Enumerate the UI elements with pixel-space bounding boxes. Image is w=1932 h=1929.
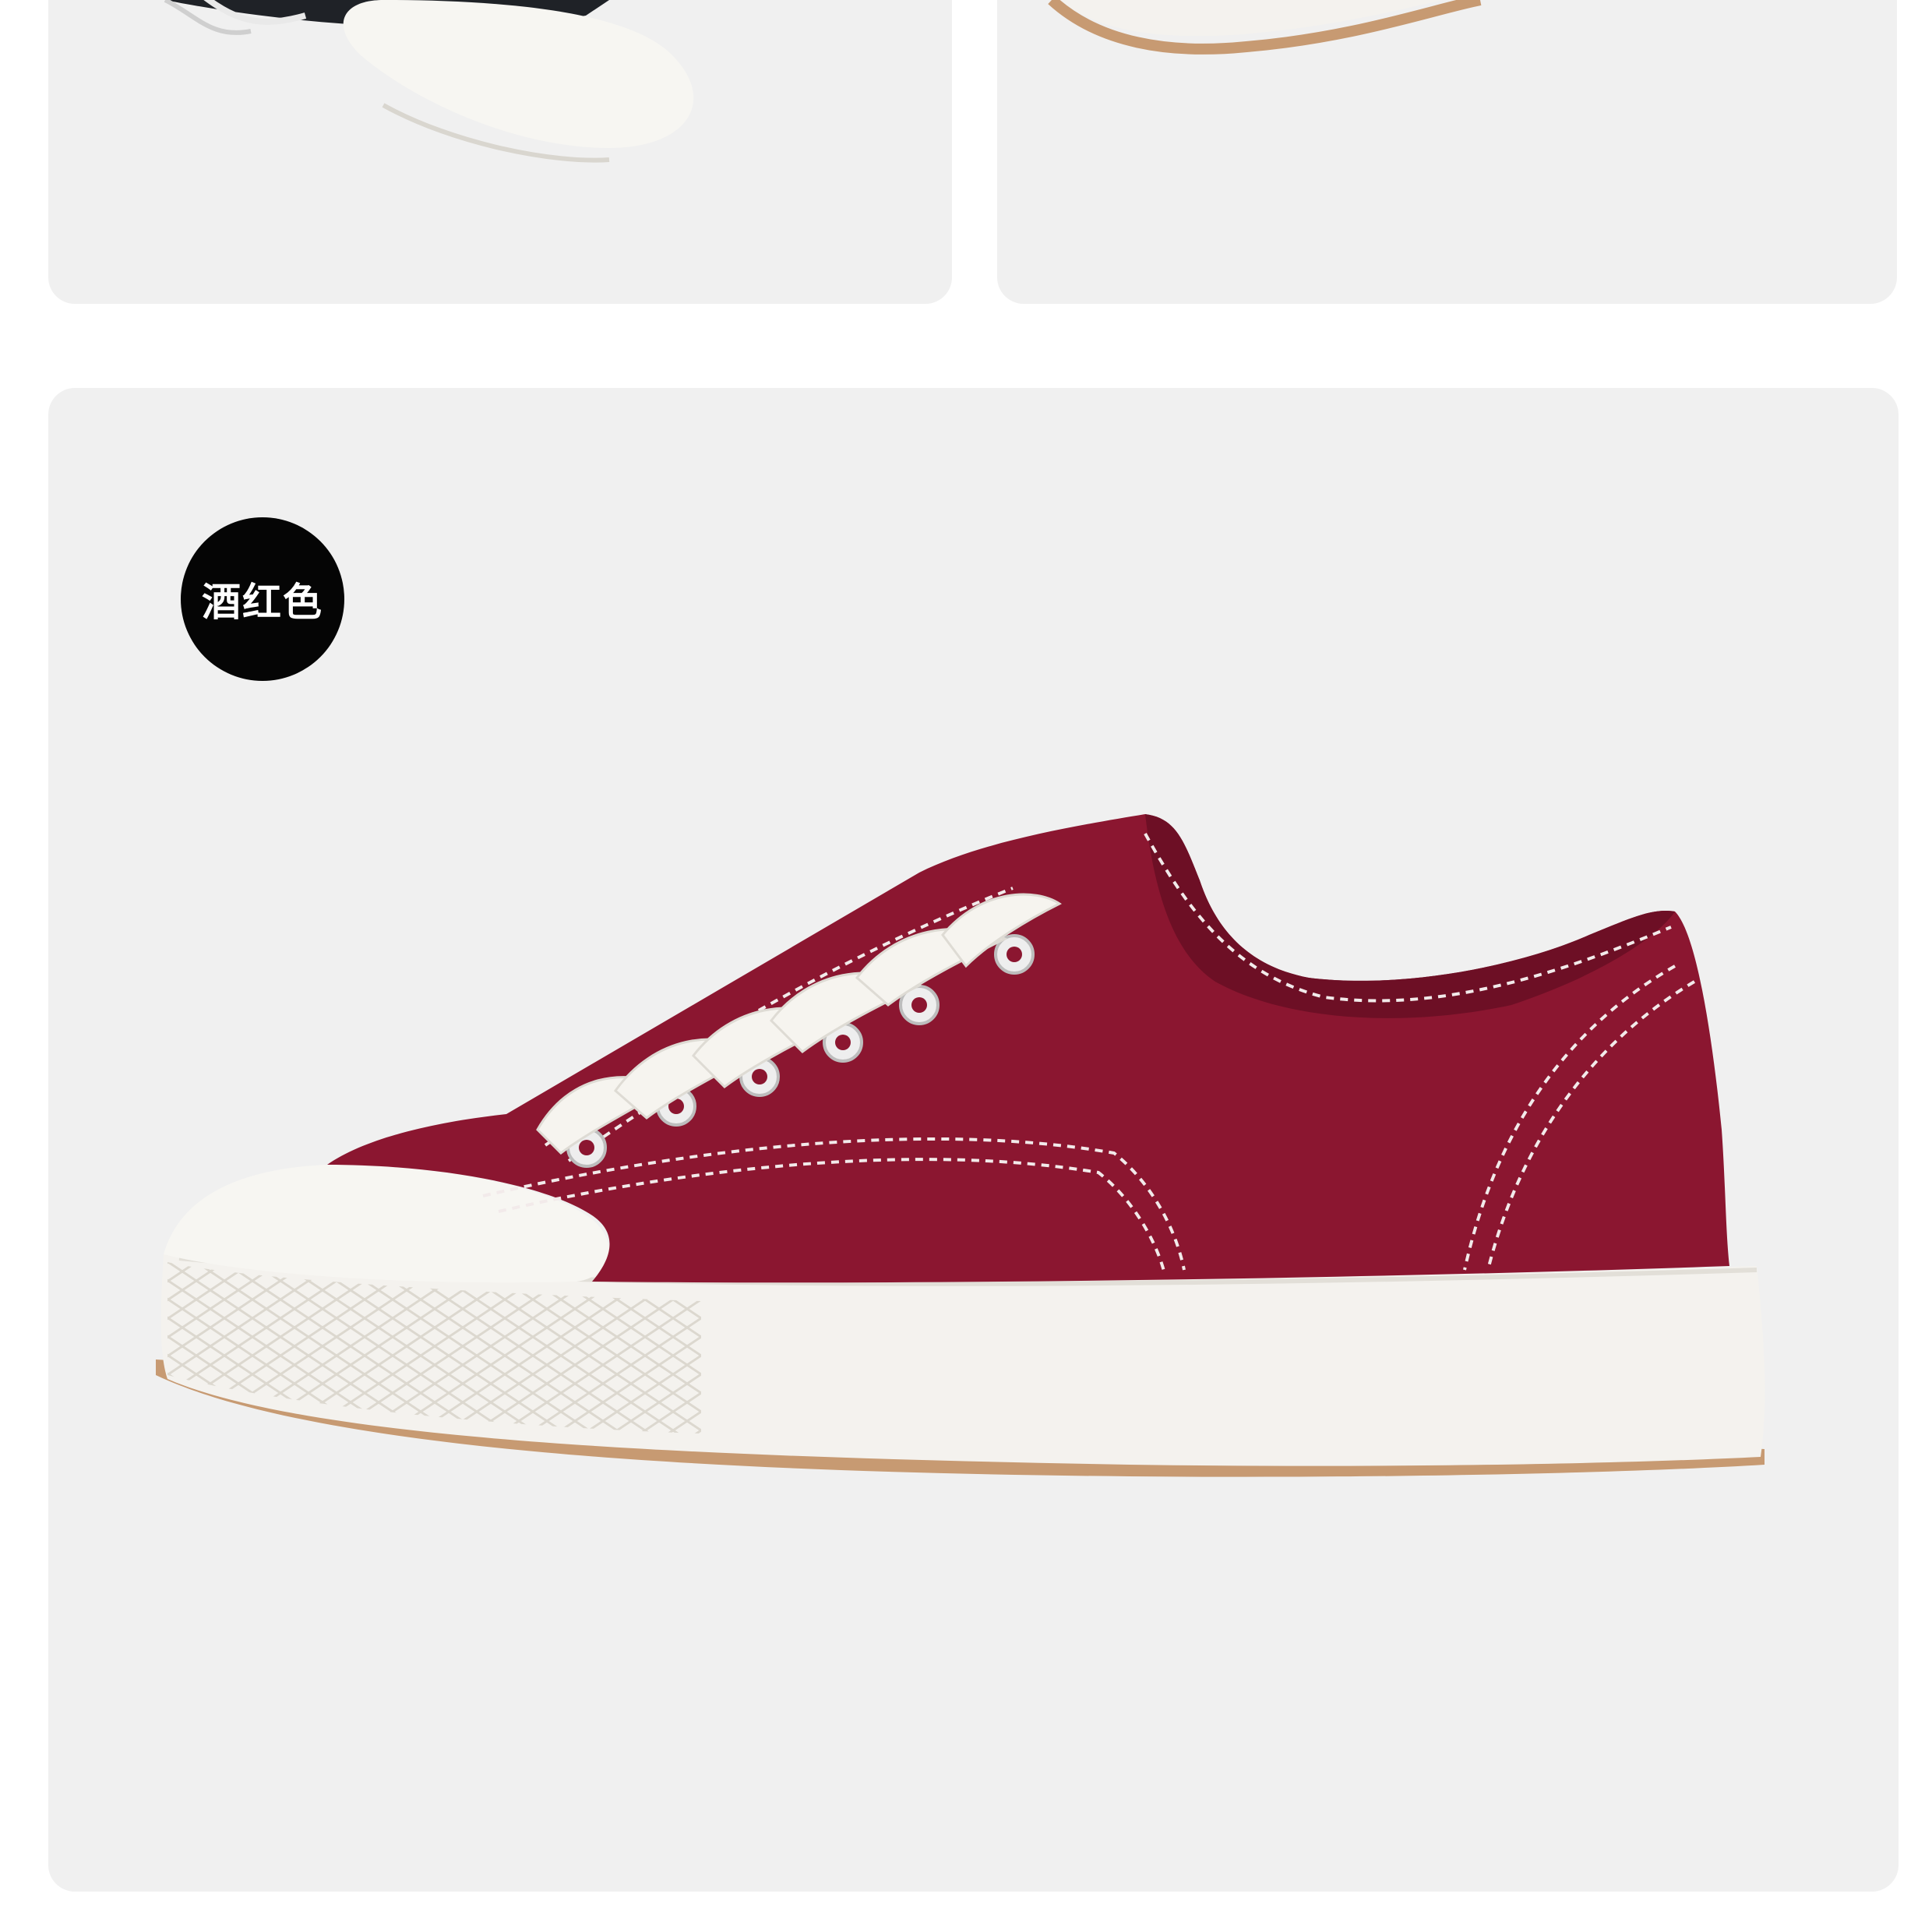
color-variant-badge[interactable]: 酒红色 (181, 517, 344, 681)
burgundy-sneaker-photo (156, 814, 1765, 1477)
